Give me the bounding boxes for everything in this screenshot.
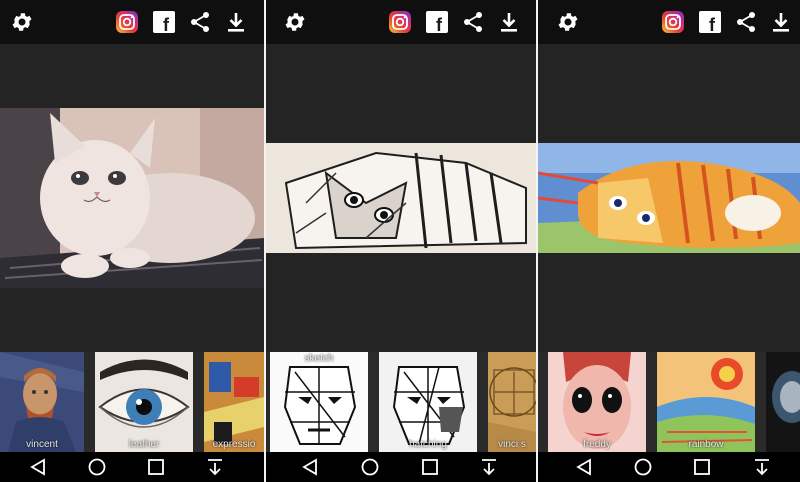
filter-label: freddy bbox=[583, 439, 611, 450]
recents-square-icon[interactable] bbox=[146, 457, 166, 477]
home-circle-icon[interactable] bbox=[87, 457, 107, 477]
settings-gear-icon[interactable] bbox=[555, 9, 581, 35]
facebook-icon[interactable]: f bbox=[151, 9, 177, 35]
download-icon[interactable] bbox=[768, 9, 794, 35]
filter-tile-sketch[interactable]: sketch bbox=[270, 352, 368, 452]
hide-keyboard-icon[interactable] bbox=[205, 457, 225, 477]
screen-sketch: f sketch hatching vinci s bbox=[266, 0, 536, 482]
filter-tile-hatching[interactable]: hatching bbox=[379, 352, 477, 452]
stylized-kitten-photo bbox=[0, 108, 264, 288]
filter-label: leather bbox=[128, 439, 160, 450]
filter-tile-rainbow[interactable]: rainbow bbox=[657, 352, 755, 452]
home-circle-icon[interactable] bbox=[360, 457, 380, 477]
share-icon[interactable] bbox=[733, 9, 759, 35]
filter-tile-expressio[interactable]: expressio bbox=[204, 352, 264, 452]
screen-rainbow: f freddy rainbow bbox=[538, 0, 800, 482]
hide-keyboard-icon[interactable] bbox=[479, 457, 499, 477]
recents-square-icon[interactable] bbox=[420, 457, 440, 477]
recents-square-icon[interactable] bbox=[692, 457, 712, 477]
top-toolbar: f bbox=[0, 0, 264, 44]
filter-label: vinci s bbox=[498, 439, 526, 450]
filter-strip: sketch hatching vinci s bbox=[266, 352, 536, 452]
download-icon[interactable] bbox=[223, 9, 249, 35]
download-icon[interactable] bbox=[496, 9, 522, 35]
filter-label: expressio bbox=[212, 439, 256, 450]
back-triangle-icon[interactable] bbox=[574, 457, 594, 477]
vinci-sketch-thumbnail bbox=[488, 352, 536, 452]
instagram-icon[interactable] bbox=[660, 9, 686, 35]
facebook-glyph: f bbox=[709, 15, 716, 33]
filter-tile-partial[interactable] bbox=[766, 352, 800, 452]
share-icon[interactable] bbox=[187, 9, 213, 35]
screen-vincent: f vincent leather expressio bbox=[0, 0, 264, 482]
top-toolbar: f bbox=[266, 0, 536, 44]
facebook-glyph: f bbox=[436, 15, 443, 33]
facebook-icon[interactable]: f bbox=[424, 9, 450, 35]
filter-label: hatching bbox=[409, 439, 447, 450]
share-icon[interactable] bbox=[460, 9, 486, 35]
settings-gear-icon[interactable] bbox=[9, 9, 35, 35]
abstract-expression-thumbnail bbox=[204, 352, 264, 452]
filter-tile-leather[interactable]: leather bbox=[95, 352, 193, 452]
android-nav-bar bbox=[538, 452, 800, 482]
filter-strip: freddy rainbow bbox=[538, 352, 800, 452]
stylized-kitten-photo bbox=[266, 143, 536, 253]
hide-keyboard-icon[interactable] bbox=[752, 457, 772, 477]
stylized-kitten-photo bbox=[538, 143, 800, 253]
facebook-icon[interactable]: f bbox=[697, 9, 723, 35]
van-gogh-portrait-thumbnail bbox=[0, 352, 84, 452]
hatching-face-thumbnail bbox=[379, 352, 477, 452]
filter-label: rainbow bbox=[688, 439, 724, 450]
rainbow-landscape-thumbnail bbox=[657, 352, 755, 452]
settings-gear-icon[interactable] bbox=[282, 9, 308, 35]
home-circle-icon[interactable] bbox=[633, 457, 653, 477]
freddy-face-thumbnail bbox=[548, 352, 646, 452]
instagram-icon[interactable] bbox=[114, 9, 140, 35]
dark-portrait-thumbnail bbox=[766, 352, 800, 452]
filter-tile-vinci[interactable]: vinci s bbox=[488, 352, 536, 452]
filter-strip: vincent leather expressio bbox=[0, 352, 264, 452]
instagram-icon[interactable] bbox=[387, 9, 413, 35]
filter-tile-freddy[interactable]: freddy bbox=[548, 352, 646, 452]
android-nav-bar bbox=[266, 452, 536, 482]
filter-tile-vincent[interactable]: vincent bbox=[0, 352, 84, 452]
filter-label: sketch bbox=[304, 353, 334, 364]
back-triangle-icon[interactable] bbox=[28, 457, 48, 477]
filter-label: vincent bbox=[26, 439, 58, 450]
back-triangle-icon[interactable] bbox=[300, 457, 320, 477]
top-toolbar: f bbox=[538, 0, 800, 44]
eye-illustration-thumbnail bbox=[95, 352, 193, 452]
sketch-face-thumbnail bbox=[270, 352, 368, 452]
facebook-glyph: f bbox=[163, 15, 170, 33]
android-nav-bar bbox=[0, 452, 264, 482]
